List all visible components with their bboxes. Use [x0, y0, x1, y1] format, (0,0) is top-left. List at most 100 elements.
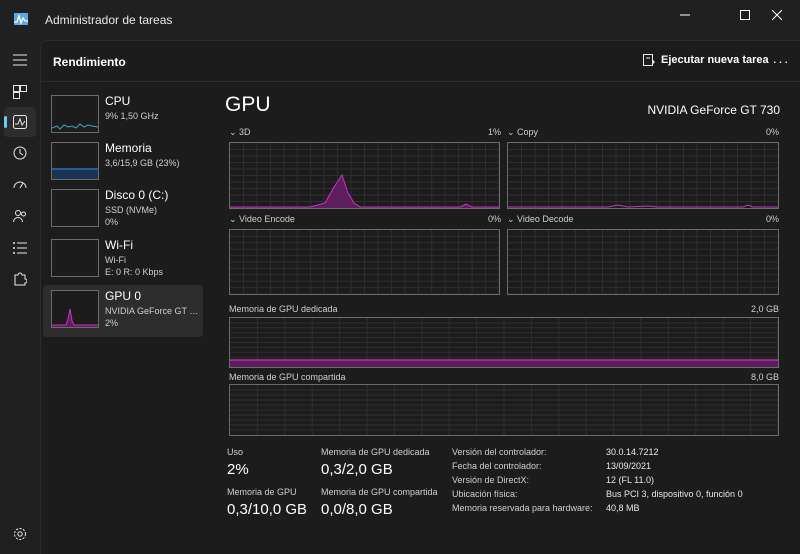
engine-decode-plot	[508, 230, 778, 294]
resource-name: Wi-Fi	[105, 238, 133, 252]
services-puzzle-icon	[14, 272, 27, 286]
dedicated-stat-value: 0,3/2,0 GB	[321, 461, 393, 478]
resource-name: Memoria	[105, 141, 152, 155]
resource-cpu[interactable]: CPU 9% 1,50 GHz	[43, 90, 203, 142]
resource-gpu[interactable]: GPU 0 NVIDIA GeForce GT 730 2%	[43, 285, 203, 337]
directx-label: Versión de DirectX:	[452, 475, 530, 485]
resource-name: Disco 0 (C:)	[105, 188, 169, 202]
reserved-memory-label: Memoria reservada para hardware:	[452, 503, 593, 513]
driver-date-value: 13/09/2021	[606, 461, 652, 471]
dedicated-memory-graph	[229, 317, 779, 368]
resource-detail: SSD (NVMe)	[105, 205, 158, 215]
nav-settings[interactable]	[4, 519, 36, 549]
engine-copy-graph	[507, 142, 779, 209]
run-task-icon	[643, 54, 655, 66]
history-icon	[13, 146, 27, 160]
resource-detail: Wi-Fi	[105, 255, 126, 265]
gpu-memory-label: Memoria de GPU	[227, 487, 297, 497]
resource-throughput: E: 0 R: 0 Kbps	[105, 267, 164, 277]
details-list-icon	[13, 242, 27, 254]
shared-memory-plot	[230, 385, 778, 435]
run-new-task-button[interactable]: Ejecutar nueva tarea	[643, 54, 769, 66]
engine-decode-graph	[507, 229, 779, 295]
engine-copy-label[interactable]: ⌄ Copy	[507, 127, 538, 138]
graph-grid	[230, 143, 499, 208]
more-options-button[interactable]: ···	[771, 51, 791, 71]
dedicated-stat-label: Memoria de GPU dedicada	[321, 447, 430, 457]
cpu-thumbnail-graph	[51, 95, 99, 133]
gpu-thumbnail-graph	[51, 290, 99, 328]
engine-3d-label[interactable]: ⌄ 3D	[229, 127, 251, 138]
dedicated-memory-label: Memoria de GPU dedicada	[229, 304, 338, 314]
graph-grid	[508, 230, 778, 294]
resource-wifi[interactable]: Wi-Fi Wi-Fi E: 0 R: 0 Kbps	[43, 234, 203, 286]
nav-services[interactable]	[4, 264, 36, 294]
performance-icon	[13, 115, 27, 129]
gpu-title: GPU	[225, 93, 271, 116]
resource-memory[interactable]: Memoria 3,6/15,9 GB (23%)	[43, 137, 203, 189]
engine-3d-graph	[229, 142, 500, 209]
navigation-rail	[0, 40, 40, 554]
nav-processes[interactable]	[4, 77, 36, 107]
driver-date-label: Fecha del controlador:	[452, 461, 542, 471]
engine-3d-plot	[230, 143, 499, 208]
startup-gauge-icon	[13, 181, 27, 189]
directx-value: 12 (FL 11.0)	[606, 475, 655, 485]
graph-grid	[508, 143, 778, 208]
engine-copy-plot	[508, 143, 778, 208]
processes-icon	[13, 85, 27, 99]
engine-encode-value: 0%	[487, 214, 501, 224]
nav-app-history[interactable]	[4, 138, 36, 168]
shared-memory-max: 8,0 GB	[750, 372, 779, 382]
engine-copy-value: 0%	[765, 127, 779, 137]
usage-value: 2%	[227, 461, 249, 478]
resource-detail: 9% 1,50 GHz	[105, 111, 159, 121]
resource-detail: 3,6/15,9 GB (23%)	[105, 158, 180, 168]
engine-encode-label[interactable]: ⌄ Video Encode	[229, 214, 295, 225]
gpu-model-name: NVIDIA GeForce GT 730	[647, 103, 781, 117]
nav-users[interactable]	[4, 201, 36, 231]
title-bar: Administrador de tareas	[0, 0, 800, 40]
dedicated-memory-max: 2,0 GB	[750, 304, 779, 314]
gear-icon	[14, 528, 26, 540]
memory-thumbnail-graph	[51, 142, 99, 180]
shared-memory-graph	[229, 384, 779, 436]
driver-version-label: Versión del controlador:	[452, 447, 547, 457]
engine-decode-value: 0%	[765, 214, 779, 224]
engine-encode-graph	[229, 229, 500, 295]
engine-decode-label[interactable]: ⌄ Video Decode	[507, 214, 573, 225]
dedicated-memory-plot	[230, 318, 778, 367]
main-panel: Rendimiento Ejecutar nueva tarea ··· CPU…	[40, 40, 800, 554]
menu-button[interactable]	[4, 45, 36, 75]
nav-startup-apps[interactable]	[4, 170, 36, 200]
physical-location-label: Ubicación física:	[452, 489, 518, 499]
resource-detail: NVIDIA GeForce GT 730	[105, 306, 201, 316]
window-title: Administrador de tareas	[45, 13, 173, 27]
disk-thumbnail-graph	[51, 189, 99, 227]
users-icon	[13, 210, 26, 223]
nav-details[interactable]	[4, 233, 36, 263]
driver-version-value: 30.0.14.7212	[606, 447, 659, 457]
engine-encode-plot	[230, 230, 499, 294]
resource-disk[interactable]: Disco 0 (C:) SSD (NVMe) 0%	[43, 184, 203, 236]
page-title: Rendimiento	[53, 55, 126, 69]
graph-grid	[230, 385, 778, 435]
resource-name: GPU 0	[105, 289, 142, 303]
wifi-thumbnail-graph	[51, 239, 99, 277]
reserved-memory-value: 40,8 MB	[606, 503, 640, 513]
minimize-button[interactable]	[662, 0, 708, 30]
resource-usage: 2%	[105, 318, 119, 328]
resource-usage: 0%	[105, 217, 119, 227]
shared-stat-value: 0,0/8,0 GB	[321, 501, 393, 518]
shared-stat-label: Memoria de GPU compartida	[321, 487, 438, 497]
close-button[interactable]	[754, 0, 800, 30]
header-divider	[41, 81, 800, 82]
nav-performance[interactable]	[4, 107, 36, 137]
physical-location-value: Bus PCI 3, dispositivo 0, función 0	[606, 489, 743, 499]
task-manager-icon	[14, 13, 28, 25]
maximize-icon	[740, 10, 750, 20]
close-icon	[772, 10, 782, 20]
usage-label: Uso	[227, 447, 244, 457]
run-task-label: Ejecutar nueva tarea	[661, 54, 769, 66]
minimize-icon	[680, 14, 690, 16]
